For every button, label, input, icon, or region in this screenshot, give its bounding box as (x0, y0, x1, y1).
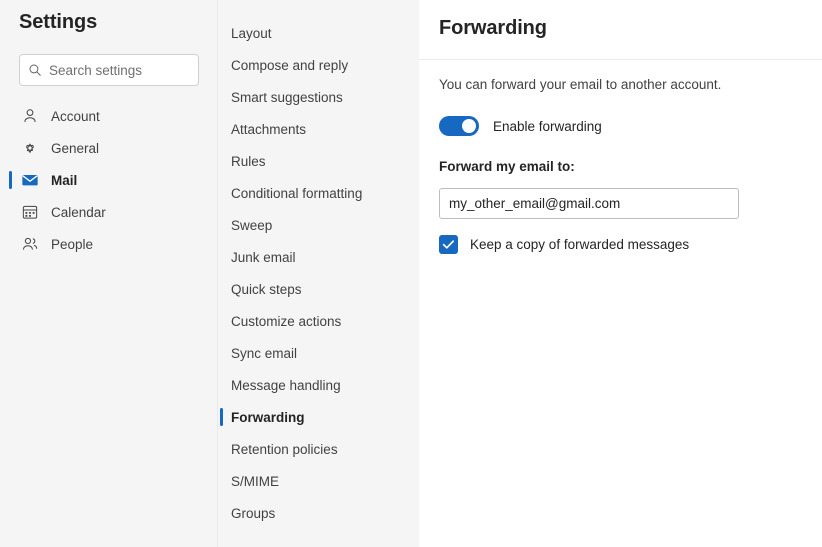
subnav-item-label: Attachments (231, 121, 307, 137)
sidebar-item-label: Account (51, 108, 100, 124)
enable-forwarding-label: Enable forwarding (493, 118, 602, 134)
subnav-item-smime[interactable]: S/MIME (218, 465, 419, 497)
subnav-item-label: Conditional formatting (231, 185, 363, 201)
subnav-item-smart-suggestions[interactable]: Smart suggestions (218, 81, 419, 113)
sidebar-item-people[interactable]: People (0, 228, 218, 260)
subnav-item-message-handling[interactable]: Message handling (218, 369, 419, 401)
subnav-item-attachments[interactable]: Attachments (218, 113, 419, 145)
people-icon (23, 237, 38, 250)
sidebar-item-label: Calendar (51, 204, 106, 220)
subnav-item-label: Layout (231, 25, 272, 41)
subnav-item-label: Forwarding (231, 409, 305, 425)
keep-copy-row: Keep a copy of forwarded messages (439, 235, 689, 254)
header-divider (419, 59, 822, 60)
subnav-item-groups[interactable]: Groups (218, 497, 419, 529)
gear-icon (26, 143, 34, 153)
forward-to-label: Forward my email to: (439, 159, 575, 174)
forwarding-description: You can forward your email to another ac… (439, 77, 722, 92)
enable-forwarding-toggle[interactable] (439, 116, 479, 136)
subnav-item-label: Message handling (231, 377, 341, 393)
mail-subnav-list: Layout Compose and reply Smart suggestio… (218, 17, 419, 529)
subnav-item-label: S/MIME (231, 473, 280, 489)
subnav-item-label: Compose and reply (231, 57, 349, 73)
person-icon (24, 109, 36, 123)
subnav-item-customize-actions[interactable]: Customize actions (218, 305, 419, 337)
subnav-item-sync-email[interactable]: Sync email (218, 337, 419, 369)
subnav-item-label: Retention policies (231, 441, 338, 457)
primary-nav: Account General Mail Calendar People (0, 100, 218, 260)
settings-sidebar: Settings Search settings Account General… (0, 0, 218, 547)
calendar-icon (22, 205, 38, 219)
search-input[interactable]: Search settings (49, 63, 142, 78)
subnav-item-label: Junk email (231, 249, 296, 265)
sidebar-item-label: Mail (51, 172, 78, 188)
subnav-item-quick-steps[interactable]: Quick steps (218, 273, 419, 305)
subnav-item-retention-policies[interactable]: Retention policies (218, 433, 419, 465)
sidebar-item-label: General (51, 140, 100, 156)
subnav-item-layout[interactable]: Layout (218, 17, 419, 49)
subnav-item-label: Quick steps (231, 281, 302, 297)
subnav-item-compose-and-reply[interactable]: Compose and reply (218, 49, 419, 81)
search-icon (29, 64, 41, 76)
settings-window: Settings Search settings Account General… (0, 0, 822, 547)
keep-copy-label: Keep a copy of forwarded messages (470, 237, 690, 252)
checkmark-icon (442, 240, 455, 249)
forwarding-pane: Forwarding You can forward your email to… (419, 0, 822, 547)
keep-copy-checkbox[interactable] (439, 235, 458, 254)
selection-indicator (220, 408, 223, 426)
sidebar-item-account[interactable]: Account (0, 100, 218, 132)
subnav-item-label: Groups (231, 505, 276, 521)
content-title: Forwarding (439, 17, 547, 39)
subnav-item-label: Sweep (231, 217, 273, 233)
forward-to-input[interactable] (439, 188, 739, 219)
subnav-item-sweep[interactable]: Sweep (218, 209, 419, 241)
search-settings-box[interactable]: Search settings (19, 54, 199, 86)
mail-subnav-column: Layout Compose and reply Smart suggestio… (218, 0, 419, 547)
subnav-item-label: Sync email (231, 345, 298, 361)
subnav-item-label: Rules (231, 153, 266, 169)
enable-forwarding-row: Enable forwarding (439, 116, 602, 136)
sidebar-item-calendar[interactable]: Calendar (0, 196, 218, 228)
toggle-knob (462, 119, 476, 133)
subnav-item-rules[interactable]: Rules (218, 145, 419, 177)
mail-icon (22, 175, 38, 186)
subnav-item-forwarding[interactable]: Forwarding (218, 401, 419, 433)
sidebar-item-mail[interactable]: Mail (0, 164, 218, 196)
subnav-item-junk-email[interactable]: Junk email (218, 241, 419, 273)
sidebar-item-general[interactable]: General (0, 132, 218, 164)
sidebar-item-label: People (51, 236, 94, 252)
subnav-item-label: Smart suggestions (231, 89, 343, 105)
subnav-item-label: Customize actions (231, 313, 342, 329)
page-title: Settings (19, 11, 98, 33)
subnav-item-conditional-formatting[interactable]: Conditional formatting (218, 177, 419, 209)
selection-indicator (9, 171, 12, 189)
